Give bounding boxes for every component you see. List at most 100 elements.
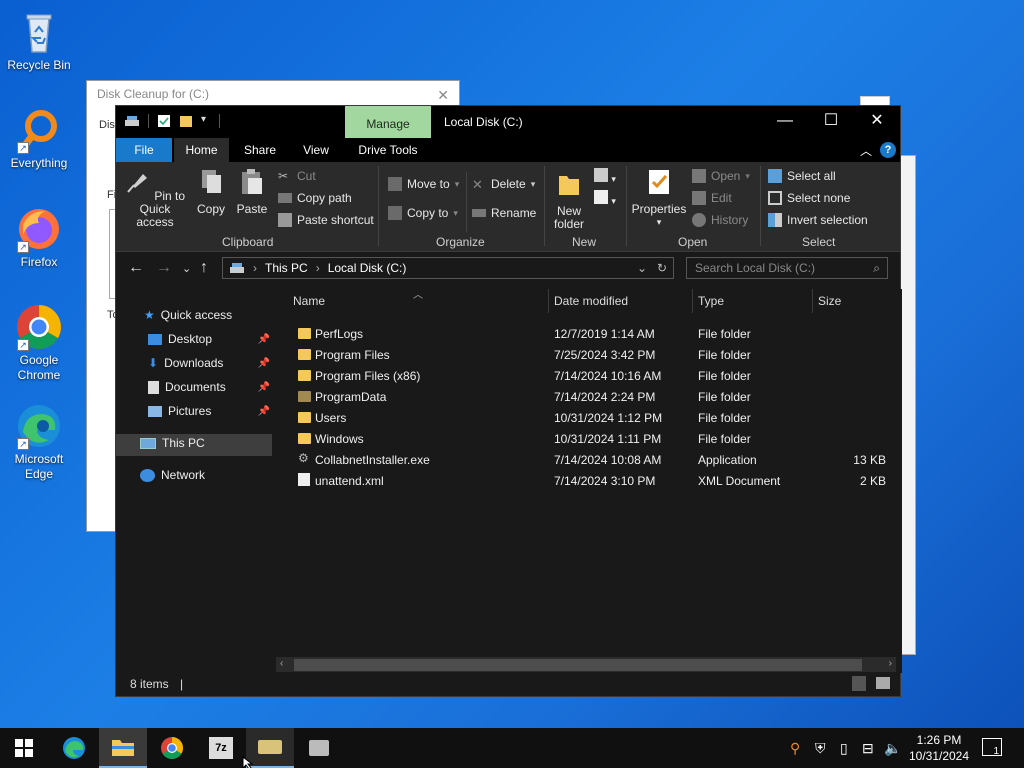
chevron-down-icon[interactable]: ⌄	[637, 261, 647, 275]
nav-item-downloads[interactable]: ⬇ Downloads 📌	[148, 356, 270, 370]
back-button[interactable]: ←	[128, 259, 144, 277]
taskbar-chrome[interactable]	[148, 728, 196, 768]
copy-path-button[interactable]: Copy path	[278, 188, 352, 208]
file-row[interactable]: Users 10/31/2024 1:12 PM File folder	[276, 407, 886, 428]
file-row[interactable]: unattend.xml 7/14/2024 3:10 PM XML Documen…	[276, 470, 886, 491]
forward-button[interactable]: →	[156, 259, 172, 277]
address-bar[interactable]: › This PC › Local Disk (C:) ⌄ ↻	[222, 257, 674, 279]
properties-button[interactable]: Properties ▾	[630, 168, 688, 229]
cut-button[interactable]: ✂ Cut	[278, 166, 316, 186]
refresh-icon[interactable]: ↻	[657, 261, 667, 275]
chevron-down-icon[interactable]: ▾	[201, 114, 211, 128]
minimize-button[interactable]: —	[762, 106, 808, 138]
copy-to-button[interactable]: Copy to ▾	[388, 203, 458, 223]
recent-locations-icon[interactable]: ⌄	[182, 262, 191, 275]
security-shield-icon[interactable]: ⛨	[815, 740, 826, 757]
column-separator[interactable]	[548, 289, 549, 313]
select-none-button[interactable]: Select none	[768, 188, 850, 208]
help-icon[interactable]: ?	[880, 142, 896, 158]
rename-button[interactable]: Rename	[472, 203, 536, 223]
scroll-right-icon[interactable]: ›	[889, 658, 892, 669]
usb-device-icon[interactable]: ▯	[840, 740, 848, 757]
easy-access-button[interactable]: ▾	[594, 190, 616, 207]
pin-icon[interactable]: 📌	[258, 358, 270, 369]
delete-button[interactable]: ✕ Delete ▾	[472, 174, 535, 194]
move-to-button[interactable]: Move to ▾	[388, 174, 459, 194]
column-size[interactable]: Size	[818, 289, 841, 313]
network-tray-icon[interactable]: ⊟	[862, 740, 874, 757]
volume-muted-icon[interactable]: 🔈	[884, 740, 901, 757]
column-separator[interactable]	[812, 289, 813, 313]
notification-center-button[interactable]: 1	[982, 738, 1002, 757]
tab-share[interactable]: Share	[236, 138, 284, 162]
file-row[interactable]: Windows 10/31/2024 1:11 PM File folder	[276, 428, 886, 449]
taskbar-clock[interactable]: 1:26 PM 10/31/2024	[904, 732, 974, 764]
new-folder-icon[interactable]	[179, 114, 193, 128]
tab-view[interactable]: View	[292, 138, 340, 162]
taskbar-file-explorer[interactable]	[99, 728, 147, 768]
nav-item-this-pc[interactable]: This PC	[140, 436, 205, 450]
desktop-icon-firefox[interactable]: ↗ Firefox	[2, 205, 76, 270]
desktop-icon-google-chrome[interactable]: ↗ Google Chrome	[2, 303, 76, 383]
search-icon[interactable]: ⌕	[873, 261, 880, 276]
column-type[interactable]: Type	[698, 289, 724, 313]
column-separator[interactable]	[692, 289, 693, 313]
drive-icon[interactable]	[124, 114, 140, 128]
edit-button[interactable]: Edit	[692, 188, 732, 208]
tab-drive-tools[interactable]: Drive Tools	[348, 138, 428, 162]
start-button[interactable]	[0, 728, 48, 768]
up-button[interactable]: ↑	[200, 259, 208, 277]
large-icons-view-icon[interactable]	[876, 677, 890, 689]
nav-item-quick-access[interactable]: ★ Quick access	[144, 308, 232, 322]
close-icon[interactable]: ✕	[437, 87, 449, 104]
taskbar-app[interactable]	[295, 728, 343, 768]
horizontal-scrollbar[interactable]: ‹ ›	[276, 657, 896, 673]
file-row[interactable]: Program Files 7/25/2024 3:42 PM File folde…	[276, 344, 886, 365]
paste-shortcut-button[interactable]: Paste shortcut	[278, 210, 374, 230]
manage-context-tab[interactable]: Manage	[345, 106, 431, 138]
collapse-ribbon-icon[interactable]: ︿	[860, 142, 872, 159]
desktop-icon-everything[interactable]: ↗ Everything	[2, 106, 76, 171]
copy-button[interactable]: Copy	[194, 168, 228, 216]
scrollbar-thumb[interactable]	[294, 659, 862, 671]
file-row[interactable]: Program Files (x86) 7/14/2024 10:16 AM Fil…	[276, 365, 886, 386]
file-row[interactable]: ProgramData 7/14/2024 2:24 PM File folder	[276, 386, 886, 407]
history-button[interactable]: History	[692, 210, 748, 230]
select-all-button[interactable]: Select all	[768, 166, 836, 186]
nav-item-network[interactable]: Network	[140, 468, 205, 482]
pin-icon[interactable]: 📌	[258, 382, 270, 393]
everything-tray-icon[interactable]: ⚲	[790, 740, 800, 757]
breadcrumb-local-disk[interactable]: Local Disk (C:)	[328, 261, 407, 275]
pin-icon[interactable]: 📌	[258, 406, 270, 417]
column-date-modified[interactable]: Date modified	[554, 289, 628, 313]
close-button[interactable]: ✕	[854, 106, 900, 138]
maximize-button[interactable]: ☐	[808, 106, 854, 138]
desktop-icon-recycle-bin[interactable]: Recycle Bin	[2, 8, 76, 73]
search-input[interactable]: Search Local Disk (C:)	[686, 257, 888, 279]
new-folder-button[interactable]: New folder	[550, 170, 588, 231]
pin-icon[interactable]: 📌	[258, 334, 270, 345]
file-date-modified: 7/25/2024 3:42 PM	[554, 348, 656, 362]
nav-item-pictures[interactable]: Pictures 📌	[148, 404, 270, 418]
taskbar-edge[interactable]	[50, 728, 98, 768]
file-explorer-window[interactable]: ▾ Manage Local Disk (C:) — ☐ ✕ File Home…	[115, 105, 902, 697]
file-row[interactable]: ⚙ CollabnetInstaller.exe 7/14/2024 10:08 A…	[276, 449, 886, 470]
tab-file[interactable]: File	[116, 138, 172, 162]
nav-item-documents[interactable]: Documents 📌	[148, 380, 270, 394]
pin-to-quick-access-button[interactable]: Pin to Quick access	[122, 168, 188, 229]
invert-selection-button[interactable]: Invert selection	[768, 210, 868, 230]
paste-button[interactable]: Paste	[234, 168, 270, 216]
taskbar-7zip[interactable]: 7z	[197, 728, 245, 768]
open-button[interactable]: Open ▾	[692, 166, 750, 186]
file-row[interactable]: PerfLogs 12/7/2019 1:14 AM File folder	[276, 323, 886, 344]
tab-home[interactable]: Home	[174, 138, 229, 162]
properties-icon[interactable]	[157, 114, 171, 128]
breadcrumb-this-pc[interactable]: This PC	[265, 261, 308, 275]
desktop-icon-microsoft-edge[interactable]: ↗ Microsoft Edge	[2, 402, 76, 482]
column-name[interactable]: Name	[293, 289, 325, 313]
details-view-icon[interactable]	[852, 676, 866, 691]
scroll-left-icon[interactable]: ‹	[280, 658, 283, 669]
file-name: Windows	[315, 432, 364, 446]
nav-item-desktop[interactable]: Desktop 📌	[148, 332, 270, 346]
new-item-button[interactable]: ▾	[594, 168, 616, 185]
